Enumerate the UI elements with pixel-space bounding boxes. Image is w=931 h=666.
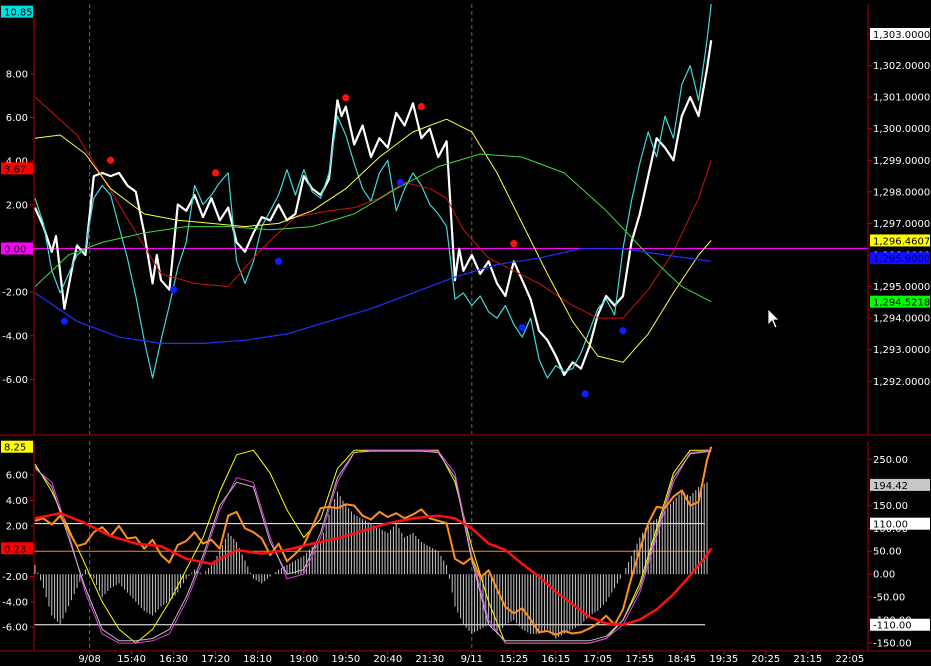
time-tick-label: 15:40 — [117, 654, 146, 665]
left-tick-label: -2.00 — [2, 288, 28, 299]
time-tick-label: 15:25 — [499, 654, 528, 665]
right-tick-label: 1,294.0000 — [873, 314, 930, 325]
time-tick-label: 19:35 — [709, 654, 738, 665]
left-tick-label: -4.00 — [2, 597, 28, 608]
left-tick-label: 6.00 — [6, 113, 28, 124]
right-value-tag-label: -110.00 — [873, 621, 912, 632]
right-value-tag-label: 110.00 — [873, 520, 908, 531]
right-tick-label: 1,295.0000 — [873, 282, 930, 293]
right-value-tag-label: 1,303.0000 — [873, 30, 930, 41]
time-tick-label: 9/08 — [78, 654, 100, 665]
left-tick-label: -2.00 — [2, 572, 28, 583]
signal-dot[interactable] — [170, 286, 178, 294]
time-tick-label: 20:25 — [751, 654, 780, 665]
right-tick-label: 1,293.0000 — [873, 345, 930, 356]
time-tick-label: 18:10 — [243, 654, 272, 665]
time-tick-label: 21:30 — [415, 654, 444, 665]
signal-dot[interactable] — [275, 257, 283, 265]
signal-dot[interactable] — [619, 327, 627, 335]
time-tick-label: 21:15 — [793, 654, 822, 665]
right-value-tag-label: 1,296.4607 — [873, 236, 930, 247]
signal-dot[interactable] — [581, 390, 589, 398]
right-tick-label: -50.00 — [873, 593, 905, 604]
right-tick-label: 150.00 — [873, 501, 908, 512]
time-tick-label: 18:45 — [667, 654, 696, 665]
time-tick-label: 16:30 — [159, 654, 188, 665]
right-tick-label: 50.00 — [873, 547, 902, 558]
time-tick-label: 22:05 — [835, 654, 864, 665]
time-tick-label: 17:05 — [583, 654, 612, 665]
left-tick-label: 2.00 — [6, 521, 28, 532]
right-tick-label: 1,297.0000 — [873, 219, 930, 230]
left-tick-label: -4.00 — [2, 331, 28, 342]
time-tick-label: 19:00 — [289, 654, 318, 665]
left-value-tag-label: 0.00 — [4, 244, 26, 255]
signal-dot[interactable] — [518, 324, 526, 332]
left-value-tag-label: 10.85 — [4, 8, 33, 19]
left-tick-label: 2.00 — [6, 200, 28, 211]
right-tick-label: 1,301.0000 — [873, 93, 930, 104]
right-tick-label: 1,299.0000 — [873, 156, 930, 167]
time-tick-label: 20:40 — [373, 654, 402, 665]
left-value-tag-label: 3.67 — [4, 164, 26, 175]
time-tick-label: 17:55 — [625, 654, 654, 665]
right-tick-label: 1,298.0000 — [873, 187, 930, 198]
time-tick-label: 17:20 — [201, 654, 230, 665]
right-tick-label: 1,292.0000 — [873, 377, 930, 388]
time-tick-label: 19:50 — [331, 654, 360, 665]
left-tick-label: 6.00 — [6, 471, 28, 482]
left-value-tag-label: 8.25 — [4, 443, 26, 454]
right-tick-label: -150.00 — [873, 639, 912, 650]
right-tick-label: 0.00 — [873, 570, 895, 581]
trading-chart[interactable]: 8.00 6.00 4.00 2.00 -2.00 -4.00 -6.00 10.85 3.67… — [0, 0, 931, 666]
left-tick-label: -6.00 — [2, 375, 28, 386]
left-tick-label: 4.00 — [6, 496, 28, 507]
right-tick-label: 1,300.0000 — [873, 124, 930, 135]
right-tick-label: 1,302.0000 — [873, 61, 930, 72]
right-value-tag-label: 1,294.5218 — [873, 298, 930, 309]
right-value-tag-label: 194.42 — [873, 481, 908, 492]
signal-dot[interactable] — [510, 240, 518, 248]
signal-dot[interactable] — [60, 317, 68, 325]
signal-dot[interactable] — [396, 178, 404, 186]
right-tick-label: 250.00 — [873, 455, 908, 466]
time-tick-label: 16:15 — [541, 654, 570, 665]
right-value-tag-label: 1,295.9000 — [873, 254, 930, 265]
chart-background — [0, 0, 931, 666]
left-tick-label: 8.00 — [6, 69, 28, 80]
signal-dot[interactable] — [107, 156, 115, 164]
left-value-tag-label: 0.23 — [4, 544, 26, 555]
signal-dot[interactable] — [342, 94, 350, 102]
left-tick-label: -6.00 — [2, 623, 28, 634]
signal-dot[interactable] — [212, 169, 220, 177]
time-tick-label: 9/11 — [461, 654, 483, 665]
signal-dot[interactable] — [417, 103, 425, 111]
